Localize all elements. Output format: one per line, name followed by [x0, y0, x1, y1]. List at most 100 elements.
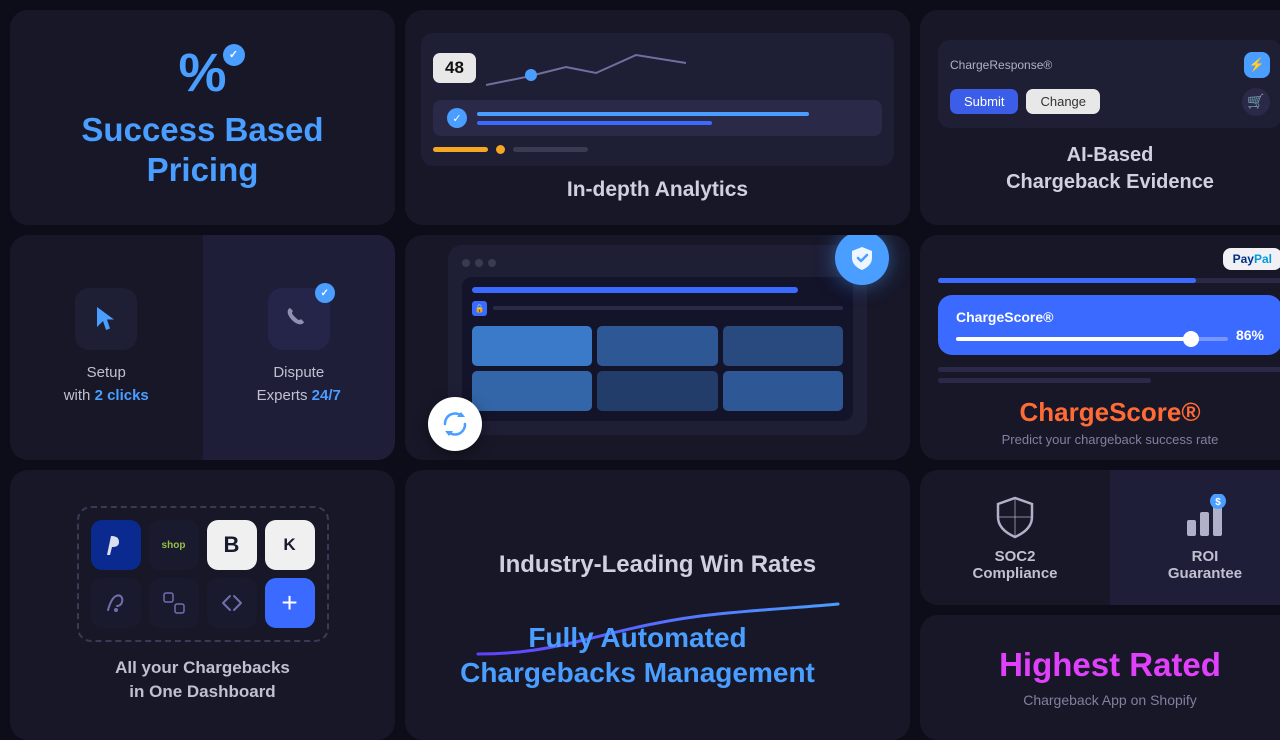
bar-lines [477, 112, 868, 125]
grid-cell-6 [723, 371, 843, 411]
setup-dispute-card: Setupwith 2 clicks ✓ DisputeExperts 24/7 [10, 235, 395, 460]
change-button[interactable]: Change [1026, 89, 1100, 114]
winrates-chart [468, 599, 848, 659]
integrations-grid: shop B K + [77, 506, 329, 642]
sync-icon [440, 409, 470, 439]
arrows-logo [207, 578, 257, 628]
yellow-dot [496, 145, 505, 154]
analytics-card: 48 ✓ In-depth Analytics [405, 10, 910, 225]
dispute-section: ✓ DisputeExperts 24/7 [203, 235, 396, 460]
grid-cell-1 [472, 326, 592, 366]
cursor-icon [90, 303, 122, 335]
slider-fill [956, 337, 1190, 341]
score-percent: 86% [1236, 327, 1264, 343]
paypal-row: PayPal [938, 248, 1280, 270]
highest-rated-subtitle: Chargeback App on Shopify [1023, 692, 1197, 708]
svg-text:$: $ [1215, 497, 1221, 508]
slider-thumb [1183, 331, 1199, 347]
lock-row: 🔒 [472, 301, 843, 316]
ai-action-row: Submit Change 🛒 [950, 88, 1270, 116]
browser-dots [462, 259, 853, 267]
score-label: ChargeScore® [956, 309, 1264, 325]
shield-badge [835, 235, 889, 285]
ai-bolt-icon: ⚡ [1244, 52, 1270, 78]
ai-form-widget: ChargeResponse® ⚡ Submit Change 🛒 [938, 40, 1280, 128]
analytics-title: In-depth Analytics [567, 178, 748, 202]
top-track [938, 278, 1280, 283]
grid-cell-2 [597, 326, 717, 366]
soc2-label: SOC2Compliance [972, 548, 1057, 582]
highest-rated-card: Highest Rated Chargeback App on Shopify [920, 615, 1280, 740]
dot-3 [488, 259, 496, 267]
cursor-icon-box [75, 288, 137, 350]
ai-evidence-card: ChargeResponse® ⚡ Submit Change 🛒 AI-Bas… [920, 10, 1280, 225]
setup-section: Setupwith 2 clicks [10, 235, 203, 460]
paypal-badge: PayPal [1223, 248, 1280, 270]
browser-content: 🔒 [462, 277, 853, 421]
submit-button[interactable]: Submit [950, 89, 1018, 114]
content-grid [472, 326, 843, 411]
check-icon: ✓ [223, 44, 245, 66]
check-circle-2: ✓ [447, 108, 467, 128]
sync-badge [428, 397, 482, 451]
ai-title: AI-BasedChargeback Evidence [1006, 142, 1214, 196]
bar-line-2 [477, 121, 712, 125]
setup-label: Setupwith 2 clicks [64, 362, 149, 407]
progress-row [433, 145, 882, 154]
adjust-logo [149, 578, 199, 628]
browser-frame: 🔒 [448, 245, 867, 435]
grid-cell-3 [723, 326, 843, 366]
dashboard-card: shop B K + All your Chargebacksin One Da… [10, 470, 395, 740]
dashboard-title: All your Chargebacksin One Dashboard [115, 656, 290, 704]
grid-cell-4 [472, 371, 592, 411]
pricing-card: % ✓ Success BasedPricing [10, 10, 395, 225]
fraud-logo [91, 578, 141, 628]
shield-icon [849, 245, 875, 271]
shopify-logo: shop [149, 520, 199, 570]
klarna-logo: K [265, 520, 315, 570]
winrates-card: Industry-Leading Win Rates [405, 470, 910, 740]
percent-icon: % [178, 46, 226, 100]
phone-icon [285, 305, 313, 333]
chargescore-title: ChargeScore® [1020, 397, 1201, 428]
top-fill [938, 278, 1196, 283]
analytics-sparkline [486, 45, 686, 90]
braintree-logo: B [207, 520, 257, 570]
ai-form-header: ChargeResponse® ⚡ [950, 52, 1270, 78]
chargescore-card: PayPal ChargeScore® 86% ChargeScore® Pre… [920, 235, 1280, 460]
soc2-section: SOC2Compliance [920, 470, 1110, 605]
analytics-top-row: 48 [433, 45, 882, 90]
url-bar [472, 287, 798, 293]
chargescore-subtitle: Predict your chargeback success rate [1002, 432, 1219, 447]
highest-rated-title: Highest Rated [999, 647, 1221, 683]
dot-2 [475, 259, 483, 267]
slider-wrapper: 86% [956, 337, 1228, 341]
shield-compliance-icon [992, 494, 1038, 540]
address-bar [493, 306, 843, 310]
phone-icon-box: ✓ [268, 288, 330, 350]
automated-card-top: 🔒 [405, 235, 910, 460]
analytics-widget: 48 ✓ [421, 33, 894, 166]
bar-line-1 [477, 112, 809, 116]
roi-chart-icon: $ [1182, 494, 1228, 540]
plus-logo: + [265, 578, 315, 628]
indicator-lines [938, 367, 1280, 383]
winrates-title: Industry-Leading Win Rates [499, 551, 816, 579]
lock-icon: 🔒 [472, 301, 487, 316]
dot-1 [462, 259, 470, 267]
analytics-bar-row: ✓ [433, 100, 882, 136]
paypal-logo [91, 520, 141, 570]
line-1 [938, 367, 1280, 372]
gray-bar [513, 147, 588, 152]
check-badge-dispute: ✓ [315, 283, 335, 303]
soc2-roi-card: SOC2Compliance $ ROIGuarantee [920, 470, 1280, 605]
grid-cell-5 [597, 371, 717, 411]
pricing-title: Success BasedPricing [81, 110, 323, 189]
analytics-number: 48 [433, 53, 476, 83]
browser-mockup-wrapper: 🔒 [448, 245, 867, 435]
dispute-label: DisputeExperts 24/7 [257, 362, 341, 407]
cart-icon: 🛒 [1242, 88, 1270, 116]
roi-section: $ ROIGuarantee [1110, 470, 1280, 605]
slider-track [956, 337, 1228, 341]
ai-form-name: ChargeResponse® [950, 58, 1052, 72]
